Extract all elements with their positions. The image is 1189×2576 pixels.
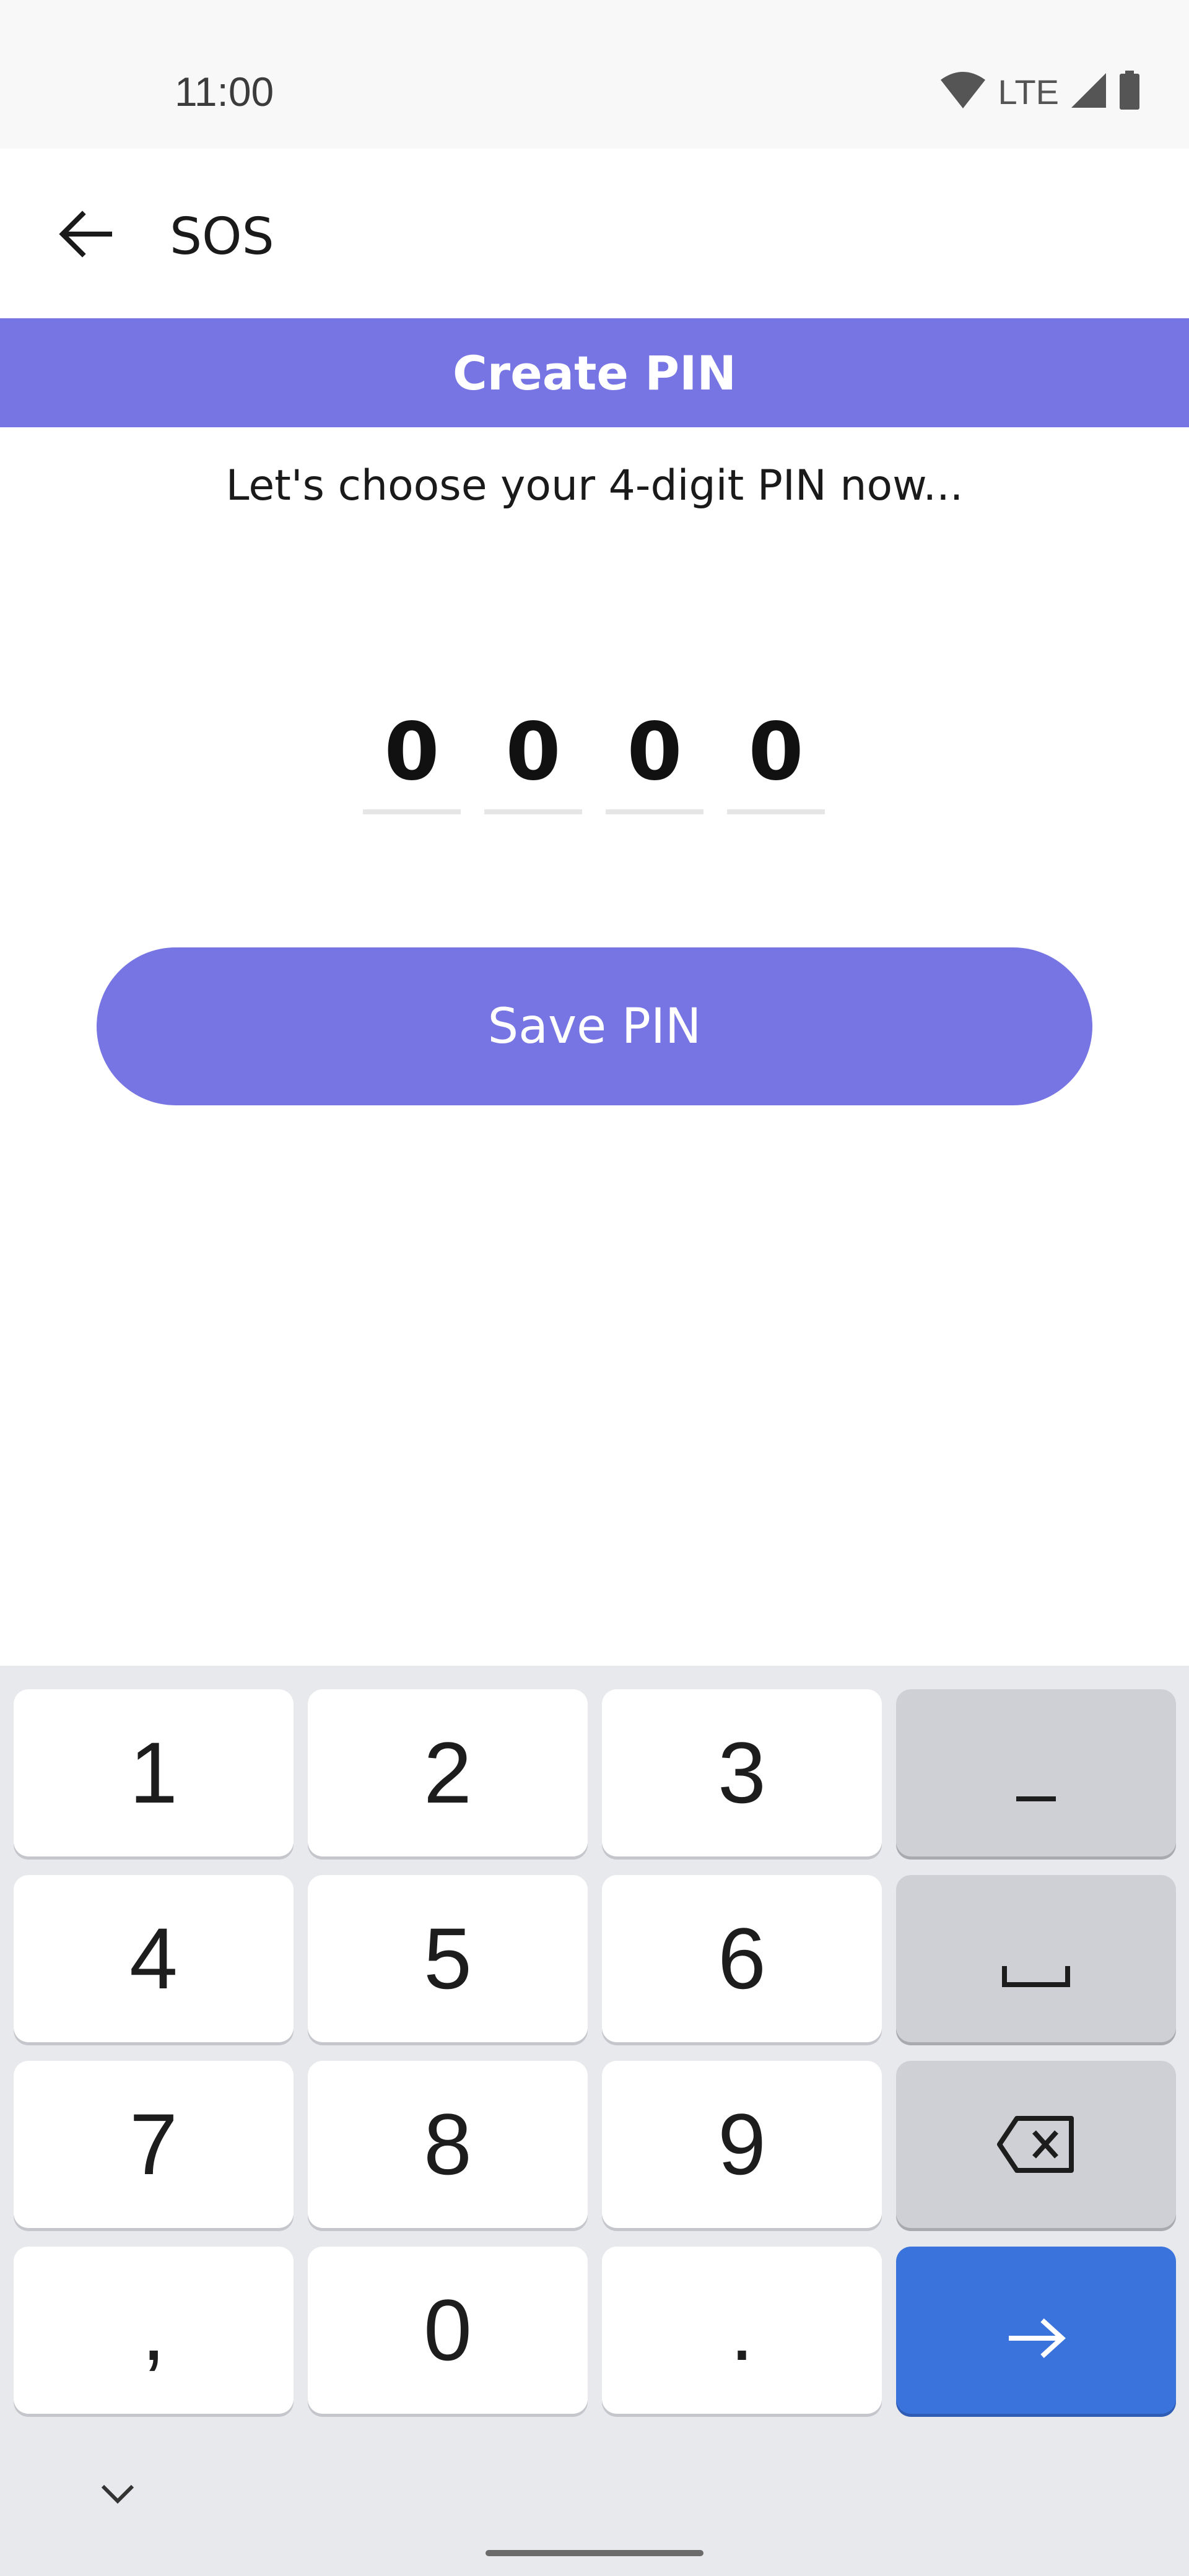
status-time: 11:00 — [175, 69, 274, 115]
chevron-down-icon — [100, 2484, 135, 2507]
cellular-signal-icon — [1070, 72, 1107, 111]
home-indicator[interactable] — [486, 2550, 703, 2556]
pin-digit-3[interactable]: 0 — [606, 706, 703, 814]
key-0[interactable]: 0 — [308, 2247, 588, 2414]
key-9[interactable]: 9 — [602, 2061, 882, 2228]
minus-key[interactable] — [896, 1689, 1176, 1856]
pin-digit-1[interactable]: 0 — [363, 706, 461, 814]
arrow-right-icon — [1005, 2280, 1067, 2380]
key-period[interactable]: . — [602, 2247, 882, 2414]
network-label: LTE — [998, 72, 1059, 111]
enter-key[interactable] — [896, 2247, 1176, 2414]
key-7[interactable]: 7 — [14, 2061, 294, 2228]
key-3[interactable]: 3 — [602, 1689, 882, 1856]
instruction-text: Let's choose your 4-digit PIN now... — [225, 461, 964, 510]
back-button[interactable] — [48, 198, 123, 272]
status-icons: LTE — [939, 67, 1141, 116]
key-comma[interactable]: , — [14, 2247, 294, 2414]
page-title: SOS — [170, 207, 274, 266]
key-5[interactable]: 5 — [308, 1875, 588, 2042]
key-2[interactable]: 2 — [308, 1689, 588, 1856]
key-6[interactable]: 6 — [602, 1875, 882, 2042]
keyboard-collapse-button[interactable] — [93, 2474, 142, 2517]
save-pin-button[interactable]: Save PIN — [97, 947, 1092, 1105]
battery-icon — [1118, 71, 1141, 113]
header-title: Create PIN — [452, 345, 736, 401]
key-8[interactable]: 8 — [308, 2061, 588, 2228]
wifi-icon — [939, 71, 986, 112]
backspace-key[interactable] — [896, 2061, 1176, 2228]
space-icon — [1002, 1908, 1070, 2009]
key-4[interactable]: 4 — [14, 1875, 294, 2042]
app-bar: SOS — [0, 149, 1189, 318]
pin-digit-2[interactable]: 0 — [484, 706, 582, 814]
pin-digit-4[interactable]: 0 — [727, 706, 825, 814]
space-key[interactable] — [896, 1875, 1176, 2042]
key-1[interactable]: 1 — [14, 1689, 294, 1856]
pin-input[interactable]: 0 0 0 0 — [363, 706, 827, 814]
status-bar: 11:00 LTE — [0, 0, 1189, 149]
header-band: Create PIN — [0, 318, 1189, 427]
minus-icon — [1016, 1723, 1056, 1823]
backspace-icon — [996, 2094, 1076, 2195]
arrow-left-icon — [58, 209, 113, 261]
